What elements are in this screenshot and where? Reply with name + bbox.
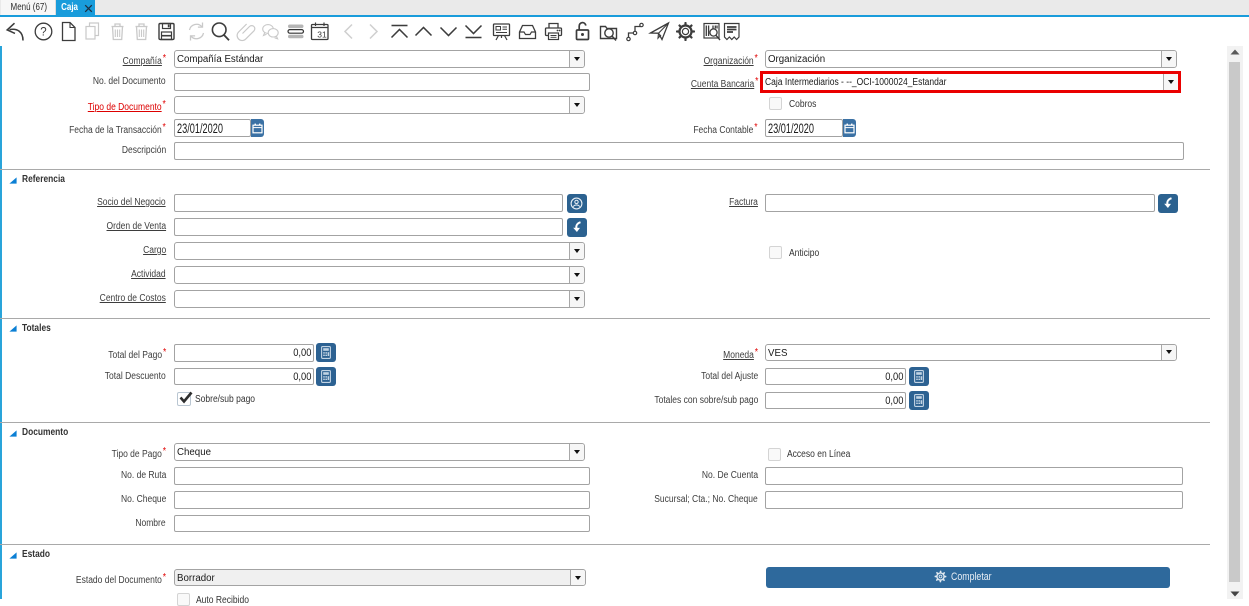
svg-text:31: 31 [317, 30, 327, 40]
svg-text:?: ? [40, 27, 46, 39]
